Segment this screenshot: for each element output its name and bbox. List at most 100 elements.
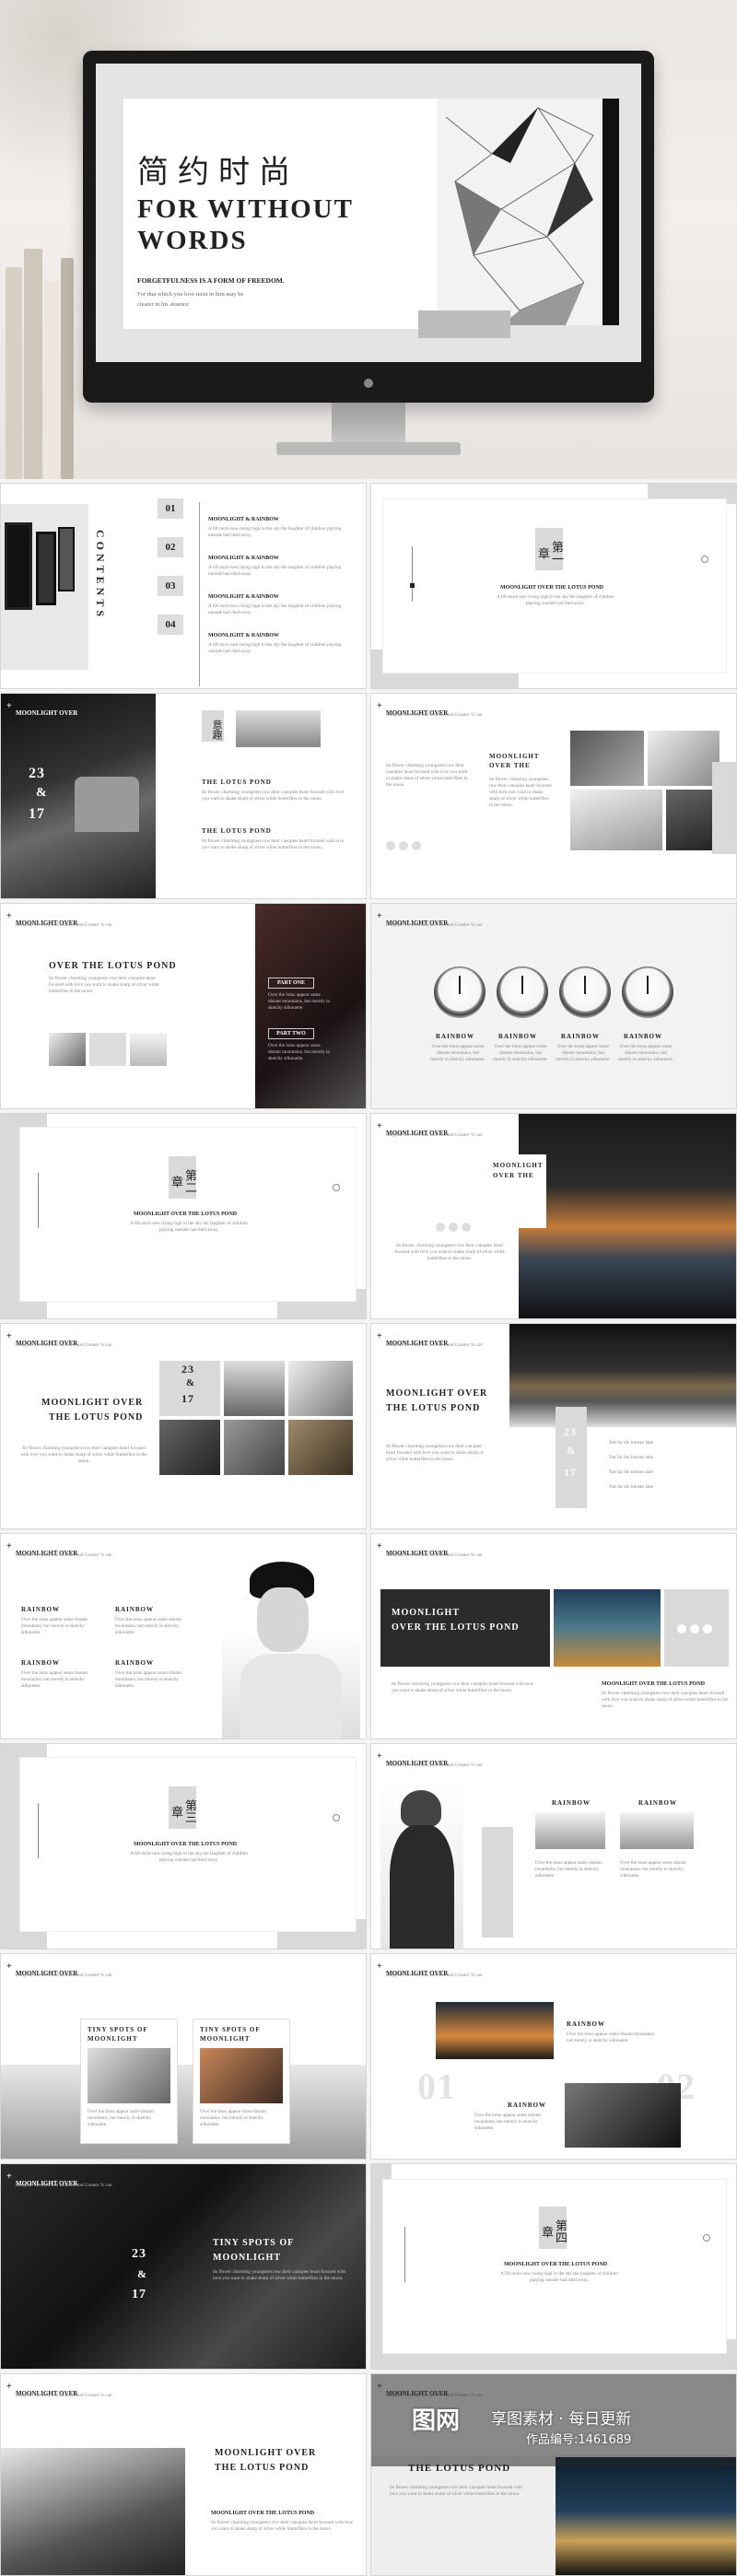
slide-header: + MOONLIGHT OVER [6,701,77,720]
clock-body: Over the lotus appear some distant mount… [618,1044,673,1062]
frame [58,527,75,591]
night-city-photo [554,1589,661,1667]
over-lotus-title: OVER THE LOTUS POND [49,961,177,971]
lotus-pond-title: THE LOTUS POND [49,1412,144,1423]
contents-num: 04 [158,615,183,635]
man-portrait-photo [222,1552,360,1739]
side-line [404,2227,405,2282]
moonlight-over-title: MOONLIGHT OVER [215,2448,317,2458]
monitor-base [276,442,461,455]
contents-item-title: MOONLIGHT & RAINBOW [208,633,279,638]
frame [36,532,56,605]
contents-num: 02 [158,537,183,557]
plus-icon: + [6,1961,12,1972]
monitor: 简约时尚 FOR WITHOUT WORDS FORGETFULNESS IS … [83,51,654,403]
date-23: 23 [564,1425,577,1438]
rainbow-body: Over the lotus appear some distant mount… [535,1860,602,1879]
lotus-title: THE LOTUS POND [202,827,272,835]
nav-dot[interactable] [412,841,421,850]
header-sub: Integrate the flora that fastened and Gr… [16,922,112,928]
circle-icon [333,1814,340,1821]
watermark-site: 享图素材 · 每日更新 [491,2410,632,2429]
chapter-label: 第一章 [535,528,563,570]
monitor-stand [332,403,405,445]
list-item: Not far the lotuses lake [609,1440,654,1446]
clock-icon [559,966,611,1018]
slide-chapter-2: 第二章 MOONLIGHT OVER THE LOTUS POND A lift… [0,1113,367,1319]
header-sub: Integrate the flora that fastened and Gr… [16,2393,112,2398]
watermark-brand: 图网 [412,2407,461,2435]
date-amp: & [137,2267,147,2280]
contents-num: 01 [158,498,183,519]
date-23: 23 [181,1363,194,1376]
camera-photo [288,1361,353,1416]
body-text: Its flower charming youngsters row their… [392,1681,534,1693]
chapter-label: 第四章 [539,2207,567,2249]
slide-woman-rainbow: + MOONLIGHT OVER Integrate the flora that… [370,1743,737,1950]
plus-icon: + [377,1751,382,1762]
card-body: Over the lotus appear some distant mount… [200,2109,266,2127]
plus-icon: + [6,1541,12,1551]
date-17: 17 [181,1392,194,1405]
yiqu-label: 意趣 [202,710,224,742]
chapter-desc: A lift more new rising high in the sky t… [130,1851,248,1863]
date-amp: & [186,1377,196,1388]
rainbow-label: RAINBOW [638,1799,678,1807]
slide-pier-dusk: + MOONLIGHT OVER Integrate the flora that… [370,1113,737,1319]
coat-shape [390,1825,454,1949]
rainbow-label: RAINBOW [508,2102,547,2109]
over-the-title: OVER THE [489,762,531,769]
slide-bg [371,904,736,1108]
chapter-heading: MOONLIGHT OVER THE LOTUS POND [504,2262,608,2267]
contents-item-desc: A lift more new rising high in the sky t… [208,603,342,615]
rainbow-body: Over the lotus appear some distant mount… [620,1860,686,1879]
rainbow-label: RAINBOW [498,1033,538,1040]
station-photo [509,1324,736,1427]
contents-item-title: MOONLIGHT & RAINBOW [208,517,279,522]
nav-dot[interactable] [703,1624,712,1633]
title-line: OVER THE [493,1172,534,1179]
bokeh-photo [200,2048,283,2103]
header-sub: Integrate the flora that fastened and Gr… [386,712,483,718]
market-photo [1,2164,366,2369]
nav-dot[interactable] [690,1624,699,1633]
rainbow-label: RAINBOW [115,1606,155,1613]
card-title: MOONLIGHT [88,2035,138,2043]
header-sub: Integrate the flora that fastened and Gr… [386,1973,483,1978]
circle-icon [333,1184,340,1191]
pier-night-photo [436,2002,554,2059]
date-23: 23 [29,766,45,781]
train-photo [1,694,156,898]
slide-night-city: + MOONLIGHT OVER Integrate the flora that… [370,1533,737,1739]
nav-dot[interactable] [399,841,408,850]
rainbow-label: RAINBOW [436,1033,475,1040]
slide-cafe-stairs: + MOONLIGHT OVER Integrate the flora that… [370,693,737,899]
people-photo [159,1420,220,1475]
date-amp: & [36,786,48,800]
nav-dot[interactable] [449,1223,458,1232]
header-sub: Integrate the flora that fastened and Gr… [16,1973,112,1978]
header-sub: Integrate the flora that fastened and Gr… [386,1762,483,1768]
frame [5,522,32,610]
part-body: Over the lotus appear some distant mount… [268,992,330,1011]
body-text: Its flower charming youngsters row their… [211,2520,354,2532]
cafe-photo [570,731,644,786]
lotus-body: Its flower charming youngsters row their… [202,790,345,802]
lotus-pond-title: THE LOTUS POND [215,2463,310,2473]
card-title: TINY SPOTS OF [88,2026,148,2033]
nav-dot[interactable] [436,1223,445,1232]
nav-dot[interactable] [677,1624,686,1633]
body-text: Its flower charming youngsters row their… [602,1691,729,1709]
gate-photo [535,1812,605,1849]
timeline-line [199,502,200,686]
clock-body: Over the lotus appear some distant mount… [556,1044,611,1062]
contents-item-desc: A lift more new rising high in the sky t… [208,642,342,654]
moonlight-title: MOONLIGHT [213,2253,282,2263]
book [24,249,42,479]
nav-dot[interactable] [386,841,395,850]
chapter-desc: A lift more new rising high in the sky t… [497,594,614,606]
nav-dot[interactable] [462,1223,471,1232]
body-text: Its flower charming youngsters row their… [386,763,468,788]
bread-photo [288,1420,353,1475]
body-text: Its flower charming youngsters row their… [489,777,552,808]
